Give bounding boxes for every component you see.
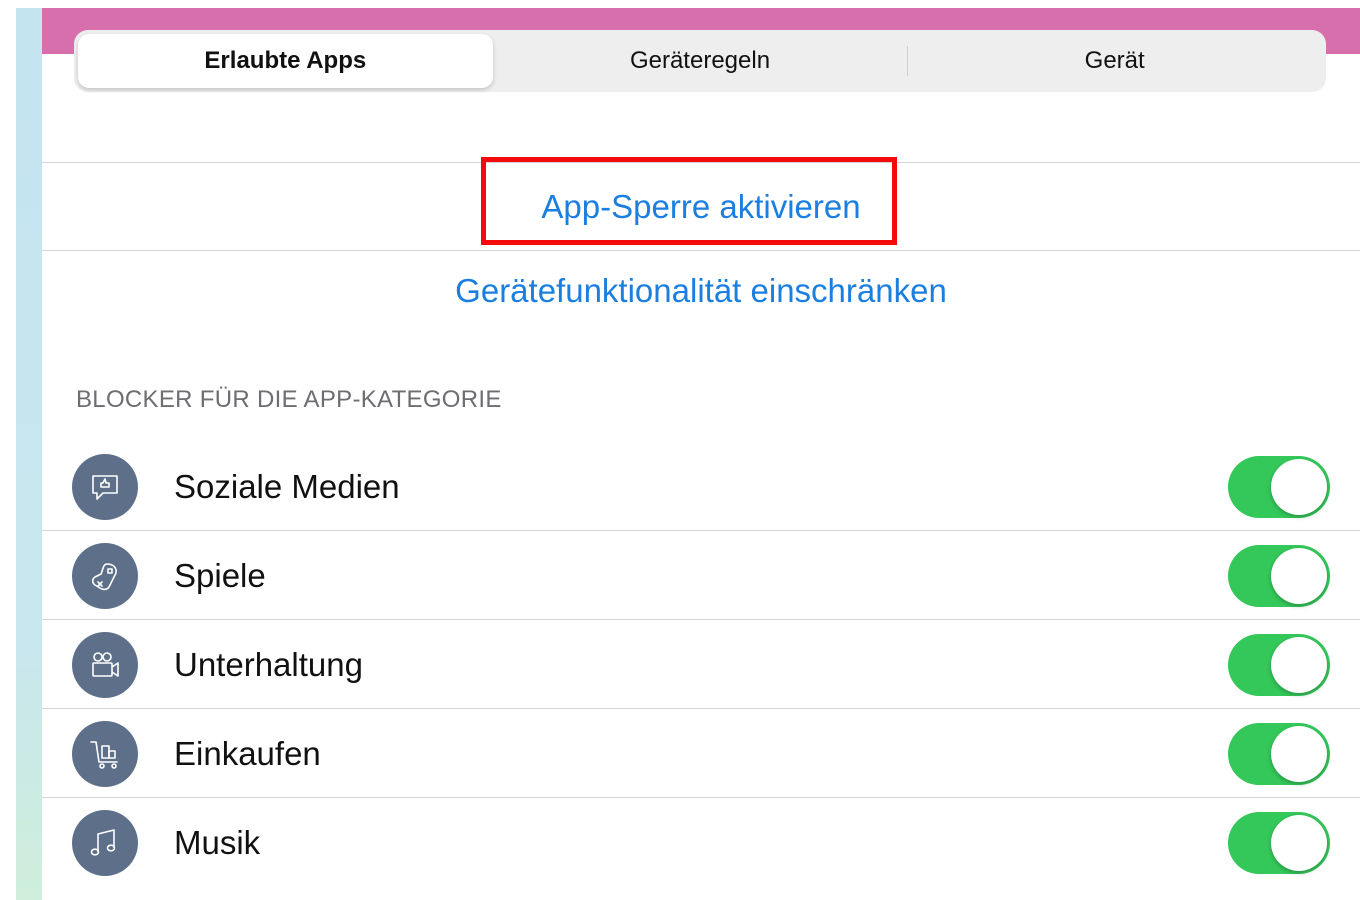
toggle-knob: [1271, 548, 1327, 604]
video-camera-icon: [72, 632, 138, 698]
shopping-cart-icon: [72, 721, 138, 787]
highlight-box: [481, 157, 897, 245]
toggle-knob: [1271, 637, 1327, 693]
social-media-icon: [72, 454, 138, 520]
games-toggle[interactable]: [1228, 545, 1330, 607]
tab-geraet[interactable]: Gerät: [907, 34, 1322, 88]
list-item: Musik: [42, 799, 1360, 887]
divider: [42, 797, 1360, 798]
tab-geraeteregeln[interactable]: Geräteregeln: [493, 34, 908, 88]
toggle-knob: [1271, 459, 1327, 515]
music-note-icon: [72, 810, 138, 876]
game-controller-icon: [72, 543, 138, 609]
list-item: Spiele: [42, 532, 1360, 620]
list-item-label: Musik: [174, 824, 261, 861]
divider: [42, 708, 1360, 709]
list-item: Einkaufen: [42, 710, 1360, 798]
tab-bar: Erlaubte Apps Geräteregeln Gerät: [74, 30, 1326, 92]
tab-erlaubte-apps[interactable]: Erlaubte Apps: [78, 34, 493, 88]
list-item: Unterhaltung: [42, 621, 1360, 709]
left-edge-strip: [16, 8, 42, 900]
divider: [42, 619, 1360, 620]
section-header: BLOCKER FÜR DIE APP-KATEGORIE: [76, 386, 502, 413]
entertainment-toggle[interactable]: [1228, 634, 1330, 696]
restrict-device-row: Gerätefunktionalität einschränken: [42, 251, 1360, 331]
list-item-label: Soziale Medien: [174, 468, 400, 505]
toggle-knob: [1271, 726, 1327, 782]
list-item-label: Spiele: [174, 557, 266, 594]
list-item-label: Unterhaltung: [174, 646, 363, 683]
restrict-device-link[interactable]: Gerätefunktionalität einschränken: [455, 272, 947, 310]
music-toggle[interactable]: [1228, 812, 1330, 874]
shopping-toggle[interactable]: [1228, 723, 1330, 785]
divider: [42, 530, 1360, 531]
social-media-toggle[interactable]: [1228, 456, 1330, 518]
list-item: Soziale Medien: [42, 443, 1360, 531]
toggle-knob: [1271, 815, 1327, 871]
list-item-label: Einkaufen: [174, 735, 321, 772]
